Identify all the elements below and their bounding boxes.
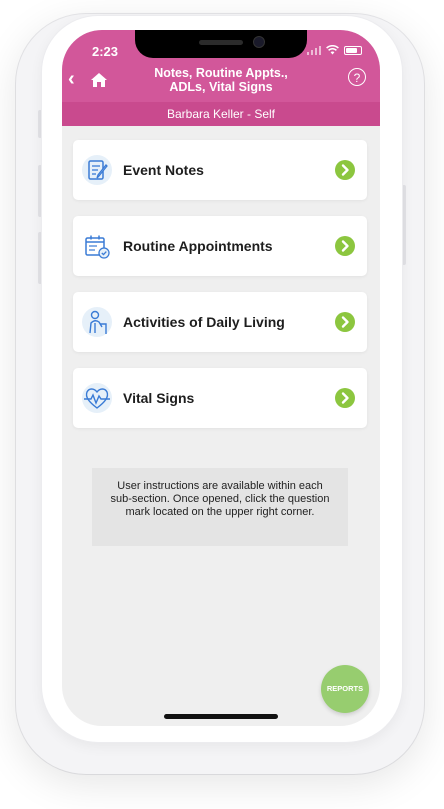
chevron-right-icon[interactable] <box>335 312 355 332</box>
chevron-right-icon[interactable] <box>335 160 355 180</box>
home-button[interactable] <box>90 68 110 90</box>
phone-screen: 2:23 ‹ Notes, Routine Appts., ADLs, Vita… <box>62 30 380 726</box>
chevron-right-icon[interactable] <box>335 388 355 408</box>
page-title-line-2: ADLs, Vital Signs <box>169 80 273 94</box>
page-title-line-1: Notes, Routine Appts., <box>154 66 288 80</box>
notch <box>135 30 307 58</box>
menu-label-vital-signs: Vital Signs <box>123 390 195 406</box>
menu-item-event-notes[interactable]: Event Notes <box>73 140 367 200</box>
person-walker-icon <box>81 306 113 338</box>
home-indicator[interactable] <box>164 714 278 719</box>
help-button[interactable]: ? <box>348 68 366 86</box>
side-button-right <box>402 185 406 265</box>
notepad-pencil-icon <box>81 154 113 186</box>
menu-item-vital-signs[interactable]: Vital Signs <box>73 368 367 428</box>
battery-icon <box>344 45 362 55</box>
reports-button[interactable]: REPORTS <box>321 665 369 713</box>
back-button[interactable]: ‹ <box>68 68 86 90</box>
wifi-icon <box>326 45 339 55</box>
calendar-check-icon <box>81 230 113 262</box>
menu-item-activities-of-daily-living[interactable]: Activities of Daily Living <box>73 292 367 352</box>
camera <box>253 36 265 48</box>
home-icon <box>91 73 107 87</box>
menu-label-activities-of-daily-living: Activities of Daily Living <box>123 314 285 330</box>
menu-item-routine-appointments[interactable]: Routine Appointments <box>73 216 367 276</box>
instructions-note: User instructions are available within e… <box>92 468 348 546</box>
heart-pulse-icon <box>81 382 113 414</box>
speaker <box>199 40 243 45</box>
status-time: 2:23 <box>92 44 119 59</box>
page-title: Notes, Routine Appts., ADLs, Vital Signs <box>142 66 300 94</box>
menu-label-event-notes: Event Notes <box>123 162 204 178</box>
chevron-right-icon[interactable] <box>335 236 355 256</box>
signal-icon <box>307 45 321 55</box>
user-subheader: Barbara Keller - Self <box>62 102 380 126</box>
status-icons <box>307 45 362 55</box>
menu-label-routine-appointments: Routine Appointments <box>123 238 273 254</box>
